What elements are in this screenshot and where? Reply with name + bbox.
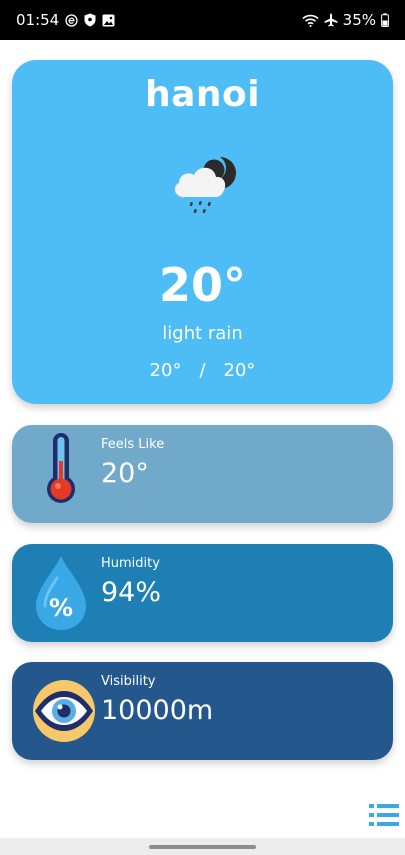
home-gesture-handle[interactable]: [149, 845, 256, 849]
humidity-label: Humidity: [101, 556, 160, 571]
cloud-rain-night-icon: [170, 152, 246, 218]
feels-like-card: Feels Like 20°: [12, 425, 393, 523]
status-bar: 01:54 35%: [0, 0, 405, 40]
humidity-percent-glyph: %: [49, 594, 73, 622]
feels-like-value: 20°: [101, 458, 149, 489]
battery-icon: [381, 13, 389, 27]
battery-percent: 35%: [342, 11, 376, 29]
feels-like-label: Feels Like: [101, 437, 165, 452]
thermometer-icon: [22, 431, 102, 517]
status-right: 35%: [302, 11, 389, 29]
system-nav-bar: [0, 838, 405, 855]
visibility-value: 10000m: [101, 695, 214, 726]
image-icon: [102, 14, 115, 27]
wifi-icon: [302, 14, 319, 27]
visibility-label: Visibility: [101, 674, 156, 689]
visibility-card: Visibility 10000m: [12, 662, 393, 760]
temp-low: 20°: [149, 360, 182, 381]
shield-icon: [84, 13, 96, 27]
current-temperature: 20°: [158, 258, 246, 312]
airplane-icon: [324, 13, 338, 27]
current-weather-card: hanoi 20° light rain 20° / 20°: [12, 60, 393, 404]
weather-description: light rain: [162, 323, 243, 344]
city-name: hanoi: [144, 74, 261, 115]
temperature-range: 20° / 20°: [12, 360, 393, 381]
humidity-value: 94%: [101, 577, 162, 608]
humidity-drop-icon: %: [22, 550, 102, 636]
temp-separator: /: [199, 360, 206, 381]
eye-icon: [22, 668, 102, 754]
e-icon: [65, 13, 78, 27]
temp-high: 20°: [223, 360, 256, 381]
status-left: 01:54: [16, 11, 115, 29]
humidity-card: % Humidity 94%: [12, 544, 393, 642]
status-time: 01:54: [16, 11, 60, 29]
list-menu-icon[interactable]: [369, 803, 399, 827]
